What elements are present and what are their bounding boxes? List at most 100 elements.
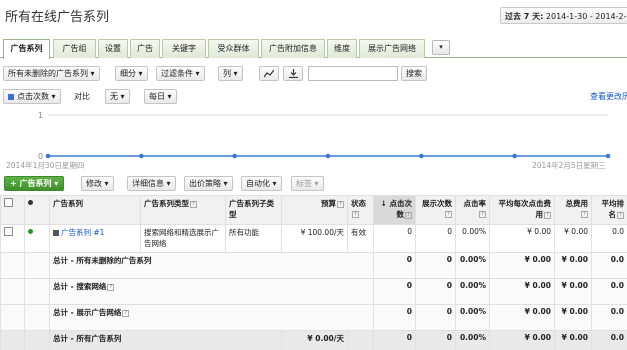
total-impressions: 0 bbox=[415, 304, 456, 331]
help-icon[interactable]: ? bbox=[352, 210, 359, 218]
edit-button[interactable]: 修改 ▾ bbox=[81, 176, 114, 191]
grand-total-avg-pos: 0.0 bbox=[591, 330, 627, 350]
compare-select[interactable]: 无 ▾ bbox=[105, 89, 130, 104]
tab-audiences[interactable]: 受众群体 bbox=[208, 39, 259, 58]
campaign-filter-select[interactable]: 所有未删除的广告系列 ▾ bbox=[3, 66, 100, 81]
help-icon[interactable]: ? bbox=[122, 309, 130, 317]
row-status-cell[interactable] bbox=[24, 224, 50, 253]
download-icon bbox=[288, 69, 298, 79]
grand-total-impressions: 0 bbox=[415, 330, 456, 350]
segment-button[interactable]: 细分 ▾ bbox=[115, 66, 148, 81]
row-budget[interactable]: ¥ 100.00/天 bbox=[281, 224, 348, 253]
sort-down-icon: ↓ bbox=[380, 199, 390, 208]
data-point bbox=[45, 153, 51, 159]
tab-settings[interactable]: 设置 bbox=[98, 39, 128, 58]
row-cost: ¥ 0.00 bbox=[554, 224, 592, 253]
help-icon[interactable]: ? bbox=[544, 211, 551, 219]
enabled-status-icon[interactable] bbox=[28, 229, 33, 234]
compare-label: 对比 bbox=[74, 92, 90, 101]
columns-button[interactable]: 列 ▾ bbox=[218, 66, 243, 81]
tab-campaigns[interactable]: 广告系列 bbox=[3, 39, 50, 59]
campaign-link[interactable]: 广告系列 #1 bbox=[61, 228, 104, 237]
header-status[interactable]: 状态? bbox=[347, 195, 374, 225]
help-icon[interactable]: ? bbox=[445, 210, 452, 218]
select-all-header[interactable] bbox=[0, 195, 25, 225]
total-label: 总计 - 搜索网络? bbox=[49, 278, 374, 305]
total-cost: ¥ 0.00 bbox=[554, 304, 592, 331]
row-checkbox-cell[interactable] bbox=[0, 224, 25, 253]
total-label-text: 总计 - 搜索网络 bbox=[53, 282, 107, 291]
header-impressions-label: 展示次数 bbox=[422, 199, 452, 208]
details-button[interactable]: 详细信息 ▾ bbox=[127, 176, 176, 191]
total-cost: ¥ 0.00 bbox=[554, 278, 592, 305]
row-clicks: 0 bbox=[373, 224, 416, 253]
filter-button[interactable]: 过滤条件 ▾ bbox=[156, 66, 205, 81]
tab-ad-extensions[interactable]: 广告附加信息 bbox=[261, 39, 325, 58]
grand-total-row: 总计 - 所有广告系列 ¥ 0.00/天 0 0 0.00% ¥ 0.00 ¥ … bbox=[0, 330, 627, 350]
header-impressions[interactable]: 展示次数? bbox=[415, 195, 456, 225]
header-budget[interactable]: 预算? bbox=[281, 195, 348, 225]
y-tick-label: 0 bbox=[38, 152, 43, 161]
total-avg-cpc: ¥ 0.00 bbox=[489, 278, 555, 305]
download-button[interactable] bbox=[283, 66, 303, 81]
date-range-picker[interactable]: 过去 7 天: 2014-1-30 - 2014-2-5 bbox=[500, 7, 627, 24]
data-point bbox=[605, 153, 611, 159]
tab-keywords[interactable]: 关键字 bbox=[162, 39, 206, 58]
tab-dimensions[interactable]: 维度 bbox=[327, 39, 357, 58]
row-checkbox[interactable] bbox=[4, 227, 13, 236]
header-campaign-subtype[interactable]: 广告系列子类型 bbox=[225, 195, 282, 225]
header-cost[interactable]: 总费用? bbox=[554, 195, 592, 225]
total-row: 总计 - 展示广告网络? 0 0 0.00% ¥ 0.00 ¥ 0.00 0.0 bbox=[0, 304, 627, 331]
search-button[interactable]: 搜索 bbox=[401, 66, 427, 81]
grand-total-avg-cpc: ¥ 0.00 bbox=[489, 330, 555, 350]
page-title: 所有在线广告系列 bbox=[5, 10, 110, 25]
header-campaign-type[interactable]: 广告系列类型? bbox=[140, 195, 226, 225]
search-input[interactable] bbox=[308, 66, 398, 81]
total-clicks: 0 bbox=[373, 252, 416, 279]
interval-select[interactable]: 每日 ▾ bbox=[144, 89, 177, 104]
trend-chart-button[interactable] bbox=[259, 66, 279, 81]
automate-button[interactable]: 自动化 ▾ bbox=[241, 176, 282, 191]
row-impressions: 0 bbox=[415, 224, 456, 253]
header-campaign[interactable]: 广告系列 bbox=[49, 195, 141, 225]
tab-more-button[interactable]: ▾ bbox=[432, 40, 450, 55]
grand-total-ctr: 0.00% bbox=[455, 330, 490, 350]
header-clicks[interactable]: ↓ 点击次数? bbox=[373, 195, 416, 225]
bid-strategy-button[interactable]: 出价策略 ▾ bbox=[184, 176, 233, 191]
tab-display-network[interactable]: 展示广告网络 bbox=[359, 39, 425, 58]
total-avg-cpc: ¥ 0.00 bbox=[489, 252, 555, 279]
total-avg-pos: 0.0 bbox=[591, 304, 627, 331]
tab-ads[interactable]: 广告 bbox=[130, 39, 160, 58]
add-campaign-button[interactable]: + 广告系列 ▾ bbox=[4, 176, 65, 191]
grand-total-cost: ¥ 0.00 bbox=[554, 330, 592, 350]
header-ctr[interactable]: 点击率? bbox=[455, 195, 490, 225]
help-icon[interactable]: ? bbox=[479, 210, 486, 218]
select-all-checkbox[interactable] bbox=[4, 198, 13, 207]
grand-total-budget: ¥ 0.00/天 bbox=[281, 330, 348, 350]
total-ctr: 0.00% bbox=[455, 252, 490, 279]
row-campaign-name[interactable]: 广告系列 #1 bbox=[49, 224, 141, 253]
total-label: 总计 - 展示广告网络? bbox=[49, 304, 374, 331]
header-avg-pos[interactable]: 平均排名? bbox=[591, 195, 627, 225]
total-ctr: 0.00% bbox=[455, 278, 490, 305]
header-avg-cpc[interactable]: 平均每次点击费用? bbox=[489, 195, 555, 225]
help-icon[interactable]: ? bbox=[107, 283, 115, 291]
row-avg-pos: 0.0 bbox=[591, 224, 627, 253]
help-icon[interactable]: ? bbox=[337, 200, 344, 208]
total-clicks: 0 bbox=[373, 304, 416, 331]
help-icon[interactable]: ? bbox=[190, 200, 197, 208]
trend-chart-icon bbox=[263, 69, 275, 78]
help-icon[interactable]: ? bbox=[405, 211, 412, 219]
header-cost-label: 总费用 bbox=[565, 199, 589, 208]
help-icon[interactable]: ? bbox=[581, 210, 588, 218]
labels-button[interactable]: 标签 ▾ bbox=[291, 176, 324, 191]
tab-ad-groups[interactable]: 广告组 bbox=[53, 39, 96, 58]
total-cost: ¥ 0.00 bbox=[554, 252, 592, 279]
date-range-value: 2014-1-30 - 2014-2-5 bbox=[545, 12, 627, 21]
header-status-label: 状态 bbox=[351, 199, 366, 208]
help-icon[interactable]: ? bbox=[617, 211, 624, 219]
view-change-history-link[interactable]: 查看更改历 bbox=[590, 91, 627, 102]
data-point bbox=[232, 153, 237, 159]
y-tick-label: 1 bbox=[38, 111, 43, 120]
metric-select[interactable]: 点击次数 ▾ bbox=[3, 89, 61, 104]
